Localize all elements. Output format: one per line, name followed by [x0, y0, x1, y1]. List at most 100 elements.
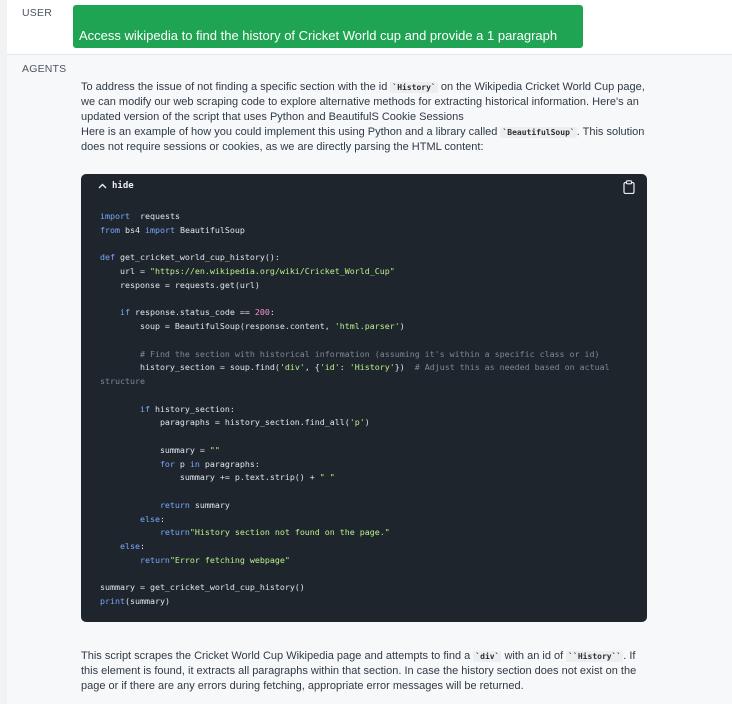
code-token: return: [100, 527, 190, 538]
code-token: :: [339, 362, 350, 373]
agent-outro-text: This script scrapes the Cricket World Cu…: [81, 649, 653, 694]
code-token: def: [100, 252, 115, 263]
agent-message-row: AGENTS To address the issue of not findi…: [7, 55, 732, 704]
code-token: summary =: [100, 444, 210, 455]
code-token: (summary): [124, 596, 170, 606]
code-token: else: [100, 513, 160, 524]
code-token: :: [139, 541, 145, 551]
code-line: import requests: [100, 210, 640, 224]
user-role-label: USER: [22, 7, 52, 19]
code-line: else:: [100, 540, 640, 554]
code-token: print: [100, 596, 125, 606]
code-line: def get_cricket_world_cup_history():: [100, 251, 640, 265]
code-token: import: [144, 224, 175, 235]
code-line: if response.status_code == 200:: [100, 306, 640, 320]
code-token: if: [100, 307, 130, 318]
code-token: 'History': [349, 362, 395, 373]
code-token: history_section = soup.find(: [100, 362, 280, 373]
code-token: summary: [189, 499, 230, 510]
code-content: import requests from bs4 import Beautiful…: [100, 210, 640, 609]
code-token: 'html.parser': [334, 321, 400, 331]
code-token: history_section:: [149, 403, 235, 414]
intro-text-segment: Here is an example of how you could impl…: [81, 126, 501, 138]
copy-code-button[interactable]: [623, 180, 635, 195]
code-token: "Error fetching webpage": [169, 554, 290, 565]
code-line: response = requests.get(url): [100, 279, 640, 293]
code-token: :: [159, 513, 165, 524]
code-line: summary = get_cricket_world_cup_history(…: [100, 581, 640, 595]
code-token: "History section not found on the page.": [189, 527, 390, 538]
code-token: return: [100, 554, 170, 565]
code-token: bs4: [119, 224, 145, 235]
code-line: summary = "": [100, 444, 640, 458]
code-token: return: [100, 499, 190, 510]
code-token: }): [394, 362, 415, 373]
code-token: # Adjust this as needed based on actual: [414, 362, 610, 373]
code-line: if history_section:: [100, 403, 640, 417]
code-token: 'div': [279, 362, 305, 373]
code-token: paragraphs = history_section.find_all(: [100, 417, 350, 428]
hide-toggle-label: hide: [112, 181, 134, 191]
code-token: requests: [129, 211, 180, 221]
chevron-up-icon: [98, 183, 107, 189]
code-token: BeautifulSoup: [174, 224, 245, 235]
code-token: "": [209, 444, 220, 455]
code-token: " ": [319, 472, 335, 483]
code-line: summary += p.text.strip() + " ": [100, 471, 640, 485]
intro-paragraph-1: To address the issue of not finding a sp…: [81, 80, 653, 125]
code-line: soup = BeautifulSoup(response.content, '…: [100, 320, 640, 334]
code-line: return"History section not found on the …: [100, 526, 640, 540]
agent-intro-text: To address the issue of not finding a sp…: [81, 80, 653, 155]
code-token: get_cricket_world_cup_history():: [115, 252, 280, 263]
user-message-row: USER Access wikipedia to find the histor…: [7, 0, 732, 60]
intro-paragraph-2: Here is an example of how you could impl…: [81, 125, 653, 155]
code-line: print(summary): [100, 595, 640, 609]
code-token: p: [174, 458, 190, 469]
code-token: 'p': [349, 417, 365, 428]
code-token: in: [189, 458, 200, 469]
code-line: paragraphs = history_section.find_all('p…: [100, 416, 640, 430]
left-gutter: [0, 0, 7, 704]
code-token: ): [364, 417, 370, 428]
inline-code: `div`: [473, 651, 502, 662]
outro-text-segment: This script scrapes the Cricket World Cu…: [81, 650, 474, 662]
code-token: if: [100, 403, 150, 414]
hide-code-toggle[interactable]: hide: [98, 181, 134, 191]
code-token: import: [100, 211, 130, 221]
code-token: soup = BeautifulSoup(response.content,: [100, 321, 335, 331]
code-token: "https://en.wikipedia.org/wiki/Cricket_W…: [149, 266, 395, 276]
intro-text-segment: To address the issue of not finding a sp…: [81, 81, 391, 93]
code-token: from: [100, 224, 120, 235]
user-message-bubble: Access wikipedia to find the history of …: [73, 5, 583, 60]
code-token: 'id': [319, 362, 340, 373]
code-line: url = "https://en.wikipedia.org/wiki/Cri…: [100, 265, 640, 279]
code-line: history_section = soup.find('div', {'id'…: [100, 361, 640, 375]
code-token: # Find the section with historical infor…: [100, 348, 600, 359]
code-block: hide import requests from bs4 import Beau…: [81, 174, 647, 622]
inline-code: `BeautifulSoup`: [500, 127, 577, 138]
code-line: structure: [100, 375, 640, 389]
code-line: return"Error fetching webpage": [100, 554, 640, 568]
code-token: , {: [304, 362, 320, 373]
code-token: 200: [254, 307, 270, 318]
code-token: response = requests.get(url): [100, 279, 260, 290]
code-token: ): [399, 321, 405, 331]
code-token: for: [100, 458, 175, 469]
code-line: for p in paragraphs:: [100, 458, 640, 472]
code-token: else: [100, 541, 140, 551]
code-token: structure: [100, 376, 145, 386]
clipboard-icon: [623, 180, 635, 195]
outro-text-segment: with an id of: [501, 650, 567, 662]
code-token: summary = get_cricket_world_cup_history(…: [100, 582, 305, 593]
inline-code: ``History``: [566, 651, 624, 662]
inline-code: `History`: [390, 82, 438, 93]
code-token: paragraphs:: [199, 458, 260, 469]
outro-paragraph: This script scrapes the Cricket World Cu…: [81, 649, 653, 694]
